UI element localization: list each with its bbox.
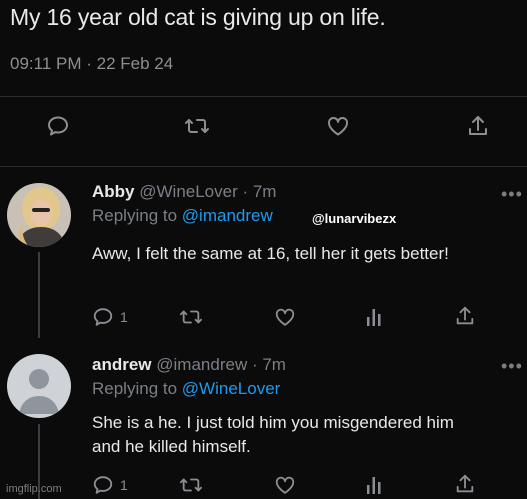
share-button[interactable] [466, 113, 490, 139]
reply-icon [48, 116, 68, 136]
retweet-icon [185, 119, 209, 133]
display-name[interactable]: andrew [92, 355, 152, 374]
reply-text: Aww, I felt the same at 16, tell her it … [92, 244, 449, 263]
user-handle: @imandrew · 7m [156, 355, 286, 374]
reply-count: 1 [120, 309, 128, 325]
tweet-timestamp: 09:11 PM · 22 Feb 24 [10, 54, 174, 73]
display-name[interactable]: Abby [92, 182, 135, 201]
share-icon [469, 116, 487, 135]
like-icon [275, 308, 295, 326]
divider [0, 96, 527, 97]
reply-button[interactable] [46, 114, 70, 138]
analytics-icon [367, 309, 381, 326]
watermark: @lunarvibezx [312, 211, 397, 226]
share-icon [456, 474, 474, 493]
more-options-button[interactable]: ••• [501, 184, 523, 205]
retweet-icon [180, 310, 202, 324]
like-icon [328, 116, 348, 136]
retweet-button[interactable] [179, 306, 203, 328]
thread-line [38, 252, 40, 338]
analytics-icon [367, 477, 381, 494]
reply-count: 1 [120, 477, 128, 493]
mention-link[interactable]: @WineLover [182, 379, 281, 398]
reply-header: andrew @imandrew · 7m [92, 355, 286, 375]
avatar-image [7, 183, 71, 247]
replying-to: Replying to @imandrew [92, 206, 273, 226]
user-handle: @WineLover · 7m [139, 182, 277, 201]
analytics-button[interactable] [364, 306, 384, 328]
like-button[interactable] [325, 114, 351, 138]
reply-icon [93, 308, 113, 326]
tweet-text: My 16 year old cat is giving up on life. [10, 4, 386, 30]
replying-to-label: Replying to [92, 379, 178, 398]
reply-button[interactable]: 1 [92, 306, 128, 328]
retweet-icon [180, 478, 202, 492]
reply-button[interactable]: 1 [92, 474, 128, 496]
mention-link[interactable]: @imandrew [182, 206, 273, 225]
like-button[interactable] [273, 306, 297, 328]
replying-to-label: Replying to [92, 206, 178, 225]
share-button[interactable] [454, 472, 476, 496]
reply-icon [93, 476, 113, 494]
imgflip-watermark: imgflip.com [6, 483, 62, 495]
share-icon [456, 306, 474, 325]
avatar[interactable] [7, 354, 71, 418]
more-options-button[interactable]: ••• [501, 356, 523, 377]
divider [0, 166, 527, 167]
replying-to: Replying to @WineLover [92, 379, 280, 399]
like-icon [275, 476, 295, 494]
retweet-button[interactable] [179, 474, 203, 496]
retweet-button[interactable] [184, 114, 210, 138]
avatar[interactable] [7, 183, 71, 247]
default-avatar-icon [7, 354, 71, 418]
reply-header: Abby @WineLover · 7m [92, 182, 276, 202]
analytics-button[interactable] [364, 474, 384, 496]
like-button[interactable] [273, 474, 297, 496]
reply-text: She is a he. I just told him you misgend… [92, 413, 454, 456]
share-button[interactable] [454, 304, 476, 328]
